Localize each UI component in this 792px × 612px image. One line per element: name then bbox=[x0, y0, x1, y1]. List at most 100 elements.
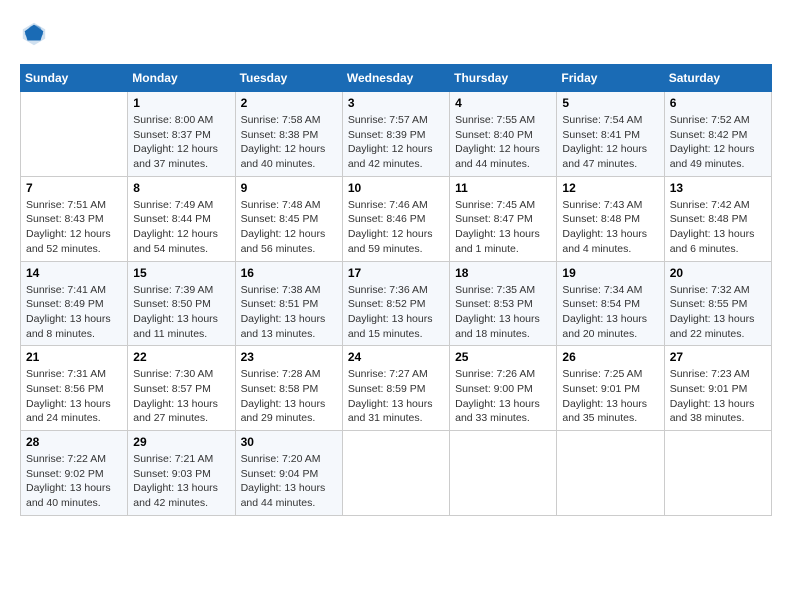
calendar-cell: 28 Sunrise: 7:22 AM Sunset: 9:02 PM Dayli… bbox=[21, 431, 128, 516]
day-info: Sunrise: 7:46 AM Sunset: 8:46 PM Dayligh… bbox=[348, 198, 444, 257]
calendar-cell bbox=[21, 92, 128, 177]
weekday-header-monday: Monday bbox=[128, 65, 235, 92]
day-number: 18 bbox=[455, 266, 551, 280]
day-info: Sunrise: 7:30 AM Sunset: 8:57 PM Dayligh… bbox=[133, 367, 229, 426]
day-info: Sunrise: 7:34 AM Sunset: 8:54 PM Dayligh… bbox=[562, 283, 658, 342]
day-info: Sunrise: 7:20 AM Sunset: 9:04 PM Dayligh… bbox=[241, 452, 337, 511]
day-number: 22 bbox=[133, 350, 229, 364]
day-info: Sunrise: 7:35 AM Sunset: 8:53 PM Dayligh… bbox=[455, 283, 551, 342]
calendar-cell: 11 Sunrise: 7:45 AM Sunset: 8:47 PM Dayli… bbox=[450, 176, 557, 261]
day-number: 11 bbox=[455, 181, 551, 195]
day-info: Sunrise: 7:26 AM Sunset: 9:00 PM Dayligh… bbox=[455, 367, 551, 426]
calendar-cell: 21 Sunrise: 7:31 AM Sunset: 8:56 PM Dayli… bbox=[21, 346, 128, 431]
calendar-cell: 27Sunrise: 7:23 AM Sunset: 9:01 PM Dayli… bbox=[664, 346, 771, 431]
day-info: Sunrise: 8:00 AM Sunset: 8:37 PM Dayligh… bbox=[133, 113, 229, 172]
calendar-cell: 22 Sunrise: 7:30 AM Sunset: 8:57 PM Dayli… bbox=[128, 346, 235, 431]
calendar-cell: 13Sunrise: 7:42 AM Sunset: 8:48 PM Dayli… bbox=[664, 176, 771, 261]
day-info: Sunrise: 7:55 AM Sunset: 8:40 PM Dayligh… bbox=[455, 113, 551, 172]
day-info: Sunrise: 7:36 AM Sunset: 8:52 PM Dayligh… bbox=[348, 283, 444, 342]
day-info: Sunrise: 7:58 AM Sunset: 8:38 PM Dayligh… bbox=[241, 113, 337, 172]
day-info: Sunrise: 7:57 AM Sunset: 8:39 PM Dayligh… bbox=[348, 113, 444, 172]
calendar-cell bbox=[342, 431, 449, 516]
calendar-cell: 10 Sunrise: 7:46 AM Sunset: 8:46 PM Dayli… bbox=[342, 176, 449, 261]
day-number: 4 bbox=[455, 96, 551, 110]
day-info: Sunrise: 7:28 AM Sunset: 8:58 PM Dayligh… bbox=[241, 367, 337, 426]
calendar-cell: 30 Sunrise: 7:20 AM Sunset: 9:04 PM Dayli… bbox=[235, 431, 342, 516]
logo-icon bbox=[20, 20, 48, 48]
weekday-header-sunday: Sunday bbox=[21, 65, 128, 92]
calendar-week-row: 21 Sunrise: 7:31 AM Sunset: 8:56 PM Dayli… bbox=[21, 346, 772, 431]
day-info: Sunrise: 7:52 AM Sunset: 8:42 PM Dayligh… bbox=[670, 113, 766, 172]
calendar-cell: 7 Sunrise: 7:51 AM Sunset: 8:43 PM Daylig… bbox=[21, 176, 128, 261]
calendar-cell: 5 Sunrise: 7:54 AM Sunset: 8:41 PM Daylig… bbox=[557, 92, 664, 177]
weekday-header-wednesday: Wednesday bbox=[342, 65, 449, 92]
day-number: 7 bbox=[26, 181, 122, 195]
day-info: Sunrise: 7:21 AM Sunset: 9:03 PM Dayligh… bbox=[133, 452, 229, 511]
day-number: 17 bbox=[348, 266, 444, 280]
day-info: Sunrise: 7:41 AM Sunset: 8:49 PM Dayligh… bbox=[26, 283, 122, 342]
calendar-cell: 26Sunrise: 7:25 AM Sunset: 9:01 PM Dayli… bbox=[557, 346, 664, 431]
calendar-table: SundayMondayTuesdayWednesdayThursdayFrid… bbox=[20, 64, 772, 516]
day-number: 25 bbox=[455, 350, 551, 364]
calendar-cell: 6 Sunrise: 7:52 AM Sunset: 8:42 PM Daylig… bbox=[664, 92, 771, 177]
calendar-cell: 9 Sunrise: 7:48 AM Sunset: 8:45 PM Daylig… bbox=[235, 176, 342, 261]
day-number: 6 bbox=[670, 96, 766, 110]
day-info: Sunrise: 7:31 AM Sunset: 8:56 PM Dayligh… bbox=[26, 367, 122, 426]
header bbox=[20, 20, 772, 48]
day-info: Sunrise: 7:54 AM Sunset: 8:41 PM Dayligh… bbox=[562, 113, 658, 172]
calendar-cell: 19 Sunrise: 7:34 AM Sunset: 8:54 PM Dayli… bbox=[557, 261, 664, 346]
day-number: 5 bbox=[562, 96, 658, 110]
calendar-week-row: 1 Sunrise: 8:00 AM Sunset: 8:37 PM Daylig… bbox=[21, 92, 772, 177]
calendar-week-row: 28 Sunrise: 7:22 AM Sunset: 9:02 PM Dayli… bbox=[21, 431, 772, 516]
day-number: 27 bbox=[670, 350, 766, 364]
day-number: 28 bbox=[26, 435, 122, 449]
day-number: 12 bbox=[562, 181, 658, 195]
calendar-cell: 23Sunrise: 7:28 AM Sunset: 8:58 PM Dayli… bbox=[235, 346, 342, 431]
day-number: 16 bbox=[241, 266, 337, 280]
day-info: Sunrise: 7:32 AM Sunset: 8:55 PM Dayligh… bbox=[670, 283, 766, 342]
calendar-cell: 25 Sunrise: 7:26 AM Sunset: 9:00 PM Dayli… bbox=[450, 346, 557, 431]
calendar-cell: 15Sunrise: 7:39 AM Sunset: 8:50 PM Dayli… bbox=[128, 261, 235, 346]
day-number: 3 bbox=[348, 96, 444, 110]
calendar-cell: 8 Sunrise: 7:49 AM Sunset: 8:44 PM Daylig… bbox=[128, 176, 235, 261]
day-number: 15 bbox=[133, 266, 229, 280]
day-number: 21 bbox=[26, 350, 122, 364]
day-number: 30 bbox=[241, 435, 337, 449]
calendar-cell: 2 Sunrise: 7:58 AM Sunset: 8:38 PM Daylig… bbox=[235, 92, 342, 177]
weekday-header-row: SundayMondayTuesdayWednesdayThursdayFrid… bbox=[21, 65, 772, 92]
logo bbox=[20, 20, 52, 48]
day-info: Sunrise: 7:45 AM Sunset: 8:47 PM Dayligh… bbox=[455, 198, 551, 257]
day-number: 1 bbox=[133, 96, 229, 110]
weekday-header-saturday: Saturday bbox=[664, 65, 771, 92]
weekday-header-friday: Friday bbox=[557, 65, 664, 92]
calendar-cell: 4 Sunrise: 7:55 AM Sunset: 8:40 PM Daylig… bbox=[450, 92, 557, 177]
calendar-cell: 14Sunrise: 7:41 AM Sunset: 8:49 PM Dayli… bbox=[21, 261, 128, 346]
calendar-cell: 18 Sunrise: 7:35 AM Sunset: 8:53 PM Dayli… bbox=[450, 261, 557, 346]
calendar-cell: 1 Sunrise: 8:00 AM Sunset: 8:37 PM Daylig… bbox=[128, 92, 235, 177]
weekday-header-tuesday: Tuesday bbox=[235, 65, 342, 92]
day-info: Sunrise: 7:27 AM Sunset: 8:59 PM Dayligh… bbox=[348, 367, 444, 426]
calendar-cell: 3 Sunrise: 7:57 AM Sunset: 8:39 PM Daylig… bbox=[342, 92, 449, 177]
day-info: Sunrise: 7:22 AM Sunset: 9:02 PM Dayligh… bbox=[26, 452, 122, 511]
day-number: 29 bbox=[133, 435, 229, 449]
day-number: 8 bbox=[133, 181, 229, 195]
day-number: 10 bbox=[348, 181, 444, 195]
calendar-cell: 24 Sunrise: 7:27 AM Sunset: 8:59 PM Dayli… bbox=[342, 346, 449, 431]
day-number: 20 bbox=[670, 266, 766, 280]
day-info: Sunrise: 7:43 AM Sunset: 8:48 PM Dayligh… bbox=[562, 198, 658, 257]
calendar-cell: 16 Sunrise: 7:38 AM Sunset: 8:51 PM Dayli… bbox=[235, 261, 342, 346]
day-info: Sunrise: 7:51 AM Sunset: 8:43 PM Dayligh… bbox=[26, 198, 122, 257]
day-number: 9 bbox=[241, 181, 337, 195]
calendar-cell: 29 Sunrise: 7:21 AM Sunset: 9:03 PM Dayli… bbox=[128, 431, 235, 516]
day-number: 13 bbox=[670, 181, 766, 195]
day-number: 24 bbox=[348, 350, 444, 364]
day-info: Sunrise: 7:38 AM Sunset: 8:51 PM Dayligh… bbox=[241, 283, 337, 342]
day-number: 2 bbox=[241, 96, 337, 110]
day-info: Sunrise: 7:48 AM Sunset: 8:45 PM Dayligh… bbox=[241, 198, 337, 257]
calendar-cell: 12 Sunrise: 7:43 AM Sunset: 8:48 PM Dayli… bbox=[557, 176, 664, 261]
calendar-week-row: 14Sunrise: 7:41 AM Sunset: 8:49 PM Dayli… bbox=[21, 261, 772, 346]
calendar-cell bbox=[664, 431, 771, 516]
calendar-cell: 17 Sunrise: 7:36 AM Sunset: 8:52 PM Dayli… bbox=[342, 261, 449, 346]
day-number: 19 bbox=[562, 266, 658, 280]
day-info: Sunrise: 7:49 AM Sunset: 8:44 PM Dayligh… bbox=[133, 198, 229, 257]
